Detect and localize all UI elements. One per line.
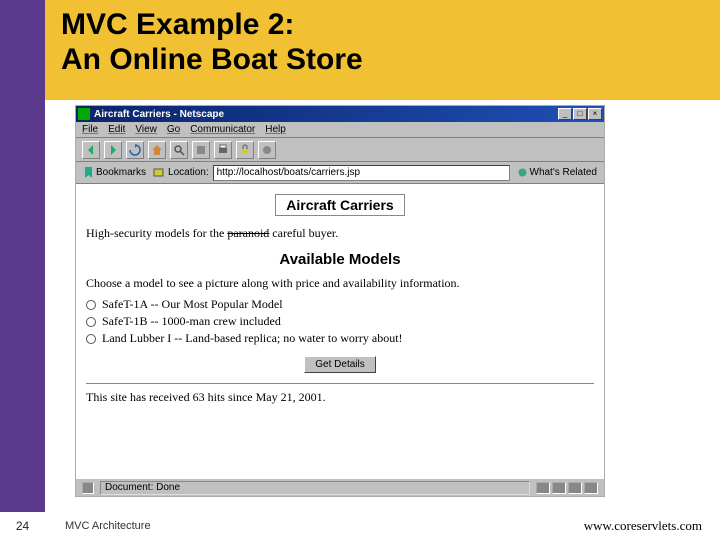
stop-button[interactable]: [258, 141, 276, 159]
tray-icon: [536, 482, 550, 494]
tray-icon: [568, 482, 582, 494]
model-label: Land Lubber I -- Land-based replica; no …: [102, 331, 403, 346]
bookmark-icon: [83, 167, 94, 178]
maximize-button[interactable]: □: [573, 108, 587, 120]
slide-footer: 24 MVC Architecture www.coreservlets.com: [0, 512, 720, 540]
intro-text: High-security models for the paranoid ca…: [86, 226, 594, 241]
location-label: Location:: [168, 167, 209, 178]
intro-after: careful buyer.: [269, 226, 338, 240]
model-option[interactable]: Land Lubber I -- Land-based replica; no …: [86, 331, 594, 346]
netscape-icon: [78, 108, 90, 120]
whats-related-button[interactable]: What's Related: [514, 167, 601, 178]
model-radio-list: SafeT-1A -- Our Most Popular Model SafeT…: [86, 297, 594, 346]
forward-button[interactable]: [104, 141, 122, 159]
close-button[interactable]: ×: [588, 108, 602, 120]
radio-icon: [86, 334, 96, 344]
model-option[interactable]: SafeT-1A -- Our Most Popular Model: [86, 297, 594, 312]
radio-icon: [86, 300, 96, 310]
divider: [86, 383, 594, 384]
location-icon: [153, 167, 164, 178]
window-title: Aircraft Carriers - Netscape: [94, 109, 558, 120]
browser-window: Aircraft Carriers - Netscape _ □ × File …: [75, 105, 605, 497]
status-text: Document: Done: [100, 481, 530, 495]
hits-text: This site has received 63 hits since May…: [86, 390, 594, 405]
location-bar: Bookmarks Location: http://localhost/boa…: [76, 162, 604, 184]
choose-text: Choose a model to see a picture along wi…: [86, 276, 594, 291]
footer-left: MVC Architecture: [45, 520, 584, 532]
location-input[interactable]: http://localhost/boats/carriers.jsp: [213, 165, 510, 181]
footer-right: www.coreservlets.com: [584, 518, 720, 534]
left-accent-stripe: [0, 0, 45, 540]
model-label: SafeT-1A -- Our Most Popular Model: [102, 297, 283, 312]
related-icon: [517, 167, 528, 178]
guide-button[interactable]: [192, 141, 210, 159]
slide-number: 24: [0, 512, 45, 540]
get-details-button[interactable]: Get Details: [304, 356, 375, 373]
radio-icon: [86, 317, 96, 327]
status-icon: [82, 482, 94, 494]
bookmarks-label: Bookmarks: [96, 167, 146, 178]
status-tray: [536, 482, 598, 494]
menu-file[interactable]: File: [82, 124, 98, 135]
security-button[interactable]: [236, 141, 254, 159]
tray-icon: [552, 482, 566, 494]
toolbar: [76, 138, 604, 162]
print-button[interactable]: [214, 141, 232, 159]
menu-bar: File Edit View Go Communicator Help: [76, 122, 604, 138]
slide-title-bar: MVC Example 2: An Online Boat Store: [45, 0, 720, 100]
slide-title-line1: MVC Example 2:: [61, 8, 294, 41]
search-button[interactable]: [170, 141, 188, 159]
menu-help[interactable]: Help: [265, 124, 286, 135]
slide-title: MVC Example 2: An Online Boat Store: [61, 8, 704, 77]
model-label: SafeT-1B -- 1000-man crew included: [102, 314, 281, 329]
home-button[interactable]: [148, 141, 166, 159]
intro-strike: paranoid: [227, 226, 269, 240]
subheading: Available Models: [86, 251, 594, 268]
minimize-button[interactable]: _: [558, 108, 572, 120]
status-bar: Document: Done: [76, 478, 604, 496]
back-button[interactable]: [82, 141, 100, 159]
window-buttons: _ □ ×: [558, 108, 602, 120]
submit-row: Get Details: [86, 356, 594, 373]
window-titlebar: Aircraft Carriers - Netscape _ □ ×: [76, 106, 604, 122]
related-label: What's Related: [530, 167, 598, 178]
page-heading-box: Aircraft Carriers: [86, 194, 594, 216]
bookmarks-button[interactable]: Bookmarks: [80, 167, 149, 178]
reload-button[interactable]: [126, 141, 144, 159]
menu-go[interactable]: Go: [167, 124, 180, 135]
menu-view[interactable]: View: [135, 124, 157, 135]
page-heading: Aircraft Carriers: [275, 194, 404, 216]
page-content: Aircraft Carriers High-security models f…: [76, 184, 604, 478]
model-option[interactable]: SafeT-1B -- 1000-man crew included: [86, 314, 594, 329]
intro-before: High-security models for the: [86, 226, 227, 240]
menu-edit[interactable]: Edit: [108, 124, 125, 135]
menu-communicator[interactable]: Communicator: [190, 124, 255, 135]
tray-icon: [584, 482, 598, 494]
slide-title-line2: An Online Boat Store: [61, 43, 363, 76]
